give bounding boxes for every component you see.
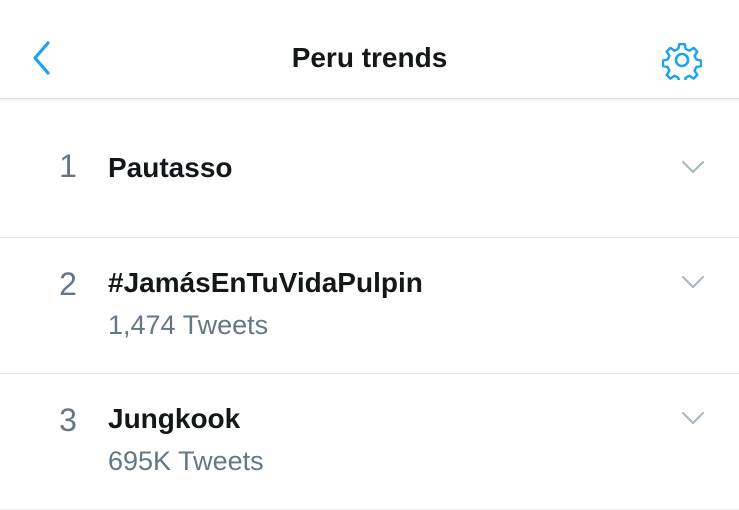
trend-options-button[interactable] bbox=[676, 265, 710, 299]
trend-options-button[interactable] bbox=[676, 150, 710, 184]
trend-row[interactable]: 3 Jungkook 695K Tweets bbox=[0, 374, 739, 510]
trend-name: Pautasso bbox=[108, 152, 233, 183]
trend-tweet-count: 1,474 Tweets bbox=[108, 310, 269, 340]
gear-icon bbox=[662, 42, 702, 80]
page-title: Peru trends bbox=[291, 42, 448, 73]
chevron-down-icon bbox=[681, 160, 705, 174]
chevron-down-icon bbox=[681, 275, 705, 289]
trend-options-button[interactable] bbox=[676, 401, 710, 435]
chevron-down-icon bbox=[681, 411, 705, 425]
trend-list: 1 Pautasso 2 #JamásEnTuVidaPulpin 1,474 … bbox=[0, 102, 739, 510]
trend-rank: 1 bbox=[59, 148, 77, 184]
trend-row[interactable]: 2 #JamásEnTuVidaPulpin 1,474 Tweets bbox=[0, 238, 739, 374]
top-bar: Peru trends bbox=[0, 0, 739, 99]
trend-rank: 3 bbox=[59, 402, 77, 438]
trend-name: Jungkook bbox=[108, 403, 241, 434]
trend-row[interactable]: 1 Pautasso bbox=[0, 102, 739, 238]
trend-tweet-count: 695K Tweets bbox=[108, 446, 264, 476]
settings-button[interactable] bbox=[660, 38, 704, 82]
trend-name: #JamásEnTuVidaPulpin bbox=[108, 267, 423, 298]
trend-rank: 2 bbox=[59, 266, 77, 302]
